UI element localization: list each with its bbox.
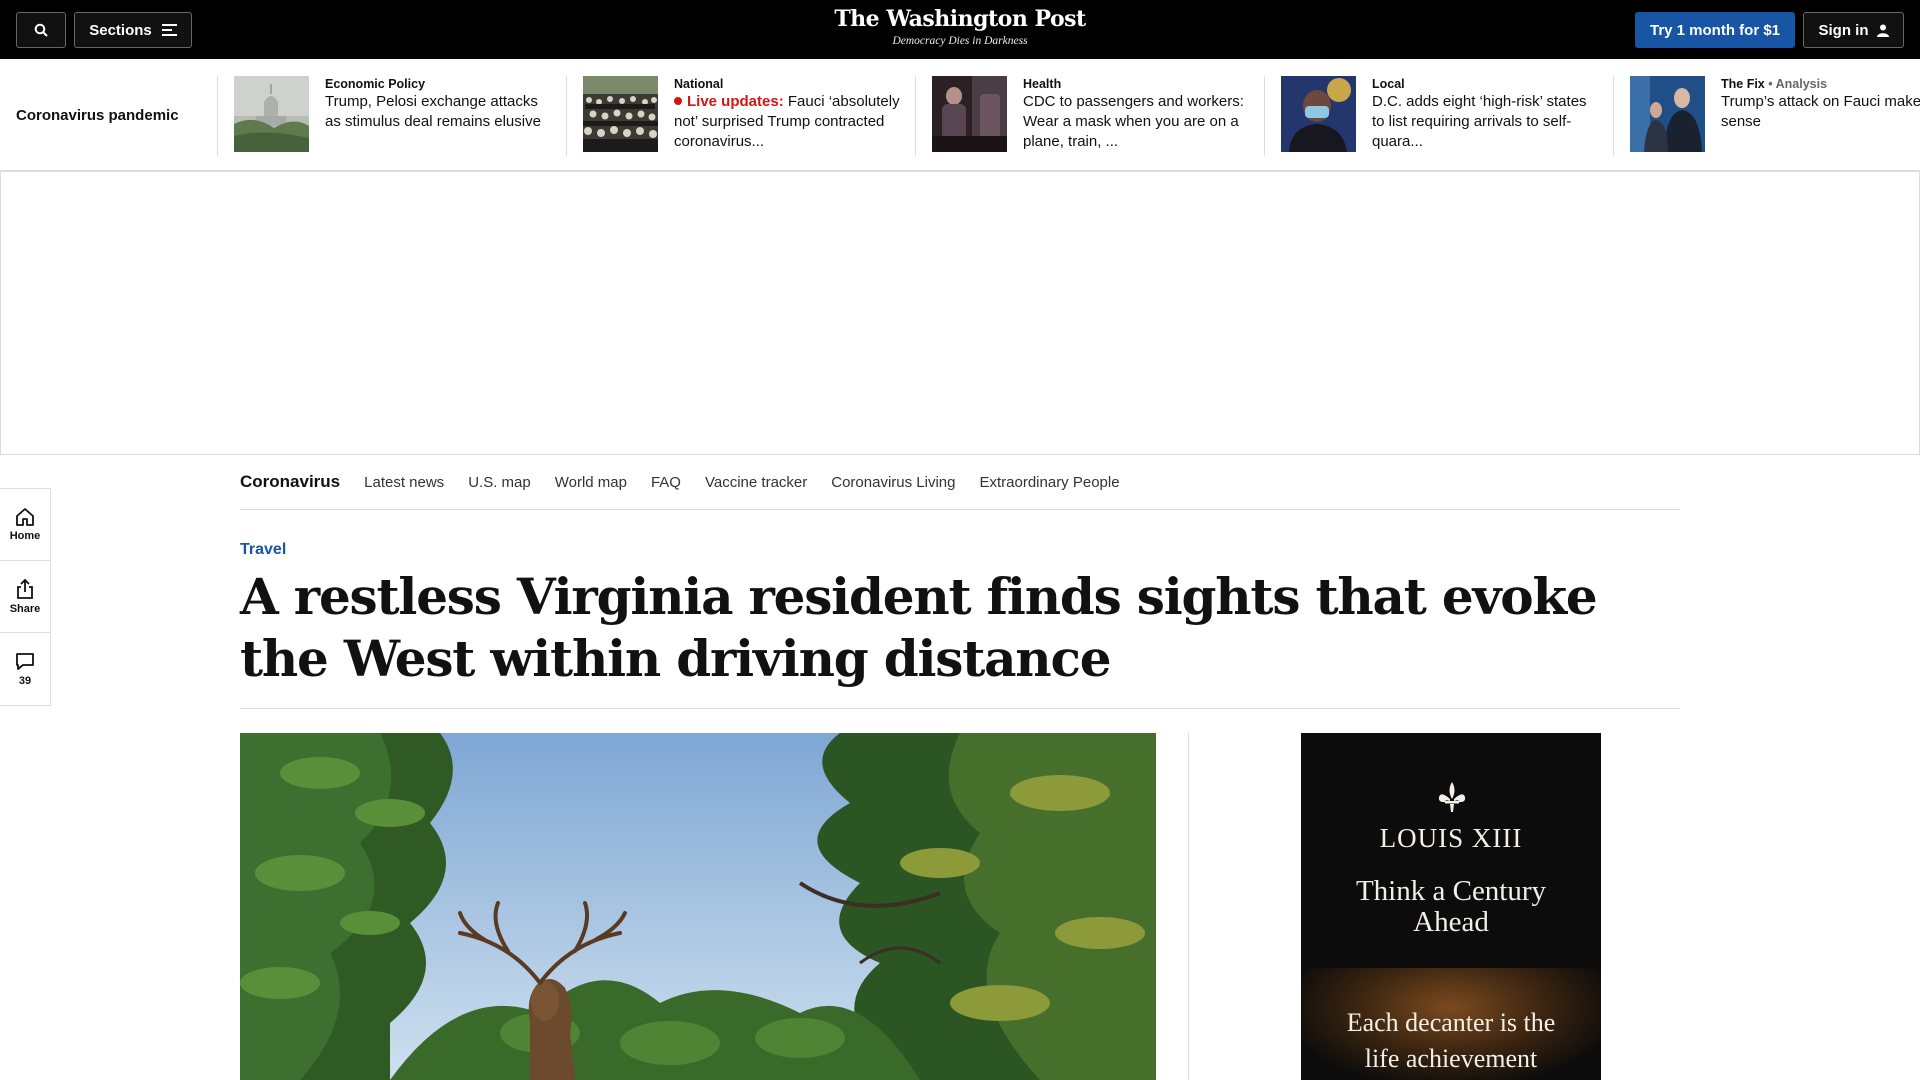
menu-icon — [161, 24, 177, 36]
strip-kicker: The Fix — [1721, 77, 1765, 91]
comment-count: 39 — [18, 674, 32, 687]
comments-button[interactable]: 39 — [0, 633, 50, 705]
headline-divider — [240, 708, 1680, 709]
comment-icon — [16, 652, 34, 670]
strip-item-national[interactable]: National Live updates: Fauci ‘absolutely… — [566, 76, 904, 156]
strip-headline: Trump, Pelosi exchange attacks as stimul… — [325, 93, 541, 130]
article-headline: A restless Virginia resident finds sight… — [240, 567, 1598, 688]
share-button[interactable]: Share — [0, 561, 50, 633]
plane-cabin-thumbnail — [932, 76, 1007, 152]
article-side-rail: Home Share 39 — [0, 488, 51, 706]
ad-placeholder — [0, 171, 1920, 455]
coronavirus-strip: Coronavirus pandemic Economic Policy Tru… — [0, 59, 1920, 171]
strip-headline: Trump’s attack on Fauci makes no sense — [1721, 93, 1920, 130]
subnav-link-faq[interactable]: FAQ — [651, 474, 681, 491]
subscribe-button[interactable]: Try 1 month for $1 — [1635, 12, 1795, 48]
elk-photo — [240, 733, 1156, 1080]
ad-brand: LOUIS XIII — [1379, 823, 1523, 853]
fauci-thumbnail — [1630, 76, 1705, 152]
strip-item-the-fix[interactable]: The Fix • Analysis Trump’s attack on Fau… — [1613, 76, 1920, 156]
strip-headline: D.C. adds eight ‘high-risk’ states to li… — [1372, 93, 1587, 150]
logo-tagline: Democracy Dies in Darkness — [892, 35, 1028, 47]
search-button[interactable] — [16, 12, 66, 48]
sections-label: Sections — [89, 21, 152, 39]
subnav-link-us-map[interactable]: U.S. map — [468, 474, 531, 491]
crowd-thumbnail — [583, 76, 658, 152]
share-label: Share — [9, 602, 41, 615]
subnav-link-latest-news[interactable]: Latest news — [364, 474, 444, 491]
live-dot-icon — [674, 97, 682, 105]
capitol-thumbnail — [234, 76, 309, 152]
sections-button[interactable]: Sections — [74, 12, 192, 48]
subnav-link-coronavirus-living[interactable]: Coronavirus Living — [831, 474, 955, 491]
strip-headline: CDC to passengers and workers: Wear a ma… — [1023, 93, 1244, 150]
subnav-primary-link[interactable]: Coronavirus — [240, 472, 340, 492]
strip-kicker: National — [674, 77, 724, 91]
strip-kicker: Local — [1372, 77, 1405, 91]
share-icon — [17, 578, 33, 599]
coronavirus-subnav: Coronavirus Latest news U.S. map World m… — [240, 455, 1680, 510]
home-button[interactable]: Home — [0, 489, 50, 561]
strip-label[interactable]: Coronavirus pandemic — [16, 107, 179, 124]
strip-item-economic-policy[interactable]: Economic Policy Trump, Pelosi exchange a… — [217, 76, 555, 156]
ad-body-text: Each decanter is the life achievement — [1346, 1008, 1556, 1073]
article-kicker[interactable]: Travel — [240, 541, 286, 559]
strip-item-local[interactable]: Local D.C. adds eight ‘high-risk’ states… — [1264, 76, 1602, 156]
home-label: Home — [9, 530, 41, 542]
subnav-link-vaccine-tracker[interactable]: Vaccine tracker — [705, 474, 807, 491]
user-icon — [1876, 24, 1889, 37]
sign-in-button[interactable]: Sign in — [1803, 12, 1904, 48]
strip-item-health[interactable]: Health CDC to passengers and workers: We… — [915, 76, 1253, 156]
masthead: Sections The Washington Post Democracy D… — [0, 0, 1920, 59]
strip-kicker-wrapper: The Fix • Analysis — [1721, 76, 1920, 92]
ad-tagline: Think a Century Ahead — [1355, 875, 1547, 938]
column-divider — [1188, 733, 1189, 1080]
strip-kicker: Economic Policy — [325, 77, 426, 91]
fleur-de-lis-icon — [1438, 782, 1466, 812]
logo[interactable]: The Washington Post Democracy Dies in Da… — [800, 6, 1120, 47]
subnav-link-world-map[interactable]: World map — [555, 474, 627, 491]
analysis-label: • Analysis — [1768, 77, 1828, 91]
logo-title: The Washington Post — [834, 6, 1086, 32]
hero-image-elk — [240, 733, 1156, 1080]
home-icon — [16, 508, 34, 526]
strip-kicker: Health — [1023, 77, 1062, 91]
strip-headline-wrapper: Live updates: Fauci ‘absolutely not’ sur… — [674, 92, 904, 152]
mayor-thumbnail — [1281, 76, 1356, 152]
subnav-link-extraordinary-people[interactable]: Extraordinary People — [979, 474, 1119, 491]
live-updates-label: Live updates: — [687, 93, 784, 110]
search-icon — [34, 23, 48, 37]
louis-xiii-ad[interactable]: LOUIS XIII Think a Century Ahead Each de… — [1301, 733, 1601, 1080]
sign-in-label: Sign in — [1818, 21, 1869, 39]
